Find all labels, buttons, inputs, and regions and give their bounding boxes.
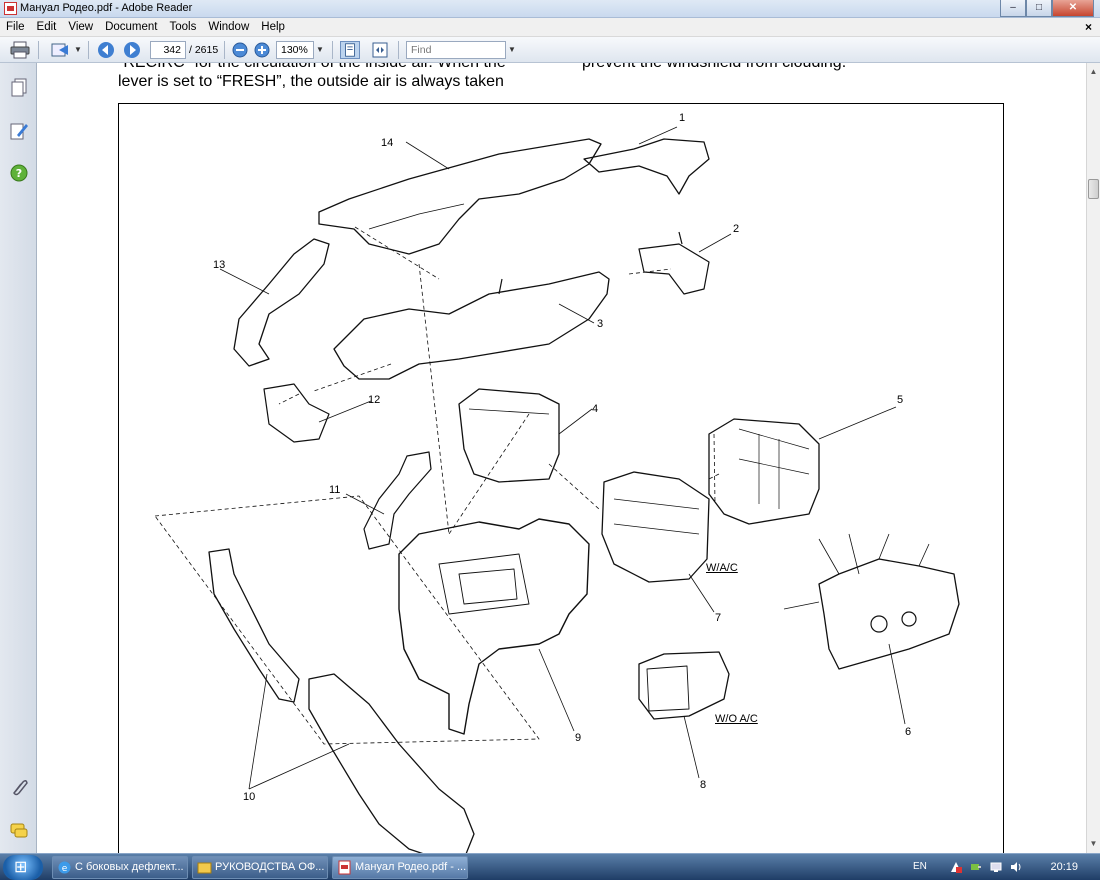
navigation-panel: ? bbox=[0, 63, 37, 853]
part-label-8: 8 bbox=[700, 779, 707, 791]
menu-help[interactable]: Help bbox=[255, 21, 291, 33]
taskbar-item-browser[interactable]: e С боковых дефлект... bbox=[52, 856, 188, 879]
part-label-14: 14 bbox=[381, 137, 394, 149]
taskbar: e С боковых дефлект... РУКОВОДСТВА ОФ...… bbox=[0, 853, 1100, 880]
part-label-13: 13 bbox=[213, 259, 226, 271]
title-bar: Мануал Родео.pdf - Adobe Reader – □ ✕ bbox=[0, 0, 1100, 18]
menu-file[interactable]: File bbox=[0, 21, 31, 33]
start-button[interactable] bbox=[3, 855, 43, 880]
doc-text-right: prevent the windshield from clouding. bbox=[582, 63, 846, 72]
svg-text:?: ? bbox=[16, 167, 22, 180]
part-label-11: 11 bbox=[329, 484, 341, 496]
scroll-down-icon[interactable]: ▼ bbox=[1087, 837, 1100, 851]
zoom-level-select[interactable]: 130% bbox=[276, 41, 314, 59]
doc-text-line-2: lever is set to “FRESH”, the outside air… bbox=[118, 73, 504, 90]
part-label-6: 6 bbox=[905, 726, 912, 738]
help-icon[interactable]: ? bbox=[9, 163, 29, 183]
window-title: Мануал Родео.pdf - Adobe Reader bbox=[20, 2, 193, 14]
volume-icon[interactable] bbox=[1010, 861, 1022, 873]
svg-text:e: e bbox=[62, 864, 68, 874]
hvac-diagram-art bbox=[154, 126, 960, 853]
part-label-3: 3 bbox=[597, 318, 604, 330]
menu-document[interactable]: Document bbox=[99, 21, 163, 33]
taskbar-item-label: С боковых дефлект... bbox=[75, 861, 184, 873]
scroll-up-icon[interactable]: ▲ bbox=[1087, 65, 1100, 79]
scroll-thumb[interactable] bbox=[1088, 179, 1099, 199]
menu-tools[interactable]: Tools bbox=[164, 21, 203, 33]
part-label-1: 1 bbox=[679, 112, 686, 124]
close-button[interactable]: ✕ bbox=[1052, 0, 1094, 17]
action-center-icon[interactable] bbox=[950, 861, 962, 873]
comments-icon[interactable] bbox=[9, 821, 29, 841]
close-document-icon[interactable]: × bbox=[1085, 20, 1092, 34]
without-ac-label: W/O A/C bbox=[715, 713, 758, 725]
taskbar-item-folder[interactable]: РУКОВОДСТВА ОФ... bbox=[192, 856, 328, 879]
fit-width-icon[interactable] bbox=[370, 41, 390, 59]
fit-page-icon[interactable] bbox=[340, 41, 360, 59]
doc-text-line-1: “RECIRC” for the circulation of the insi… bbox=[118, 63, 506, 72]
maximize-button[interactable]: □ bbox=[1026, 0, 1052, 17]
zoom-out-icon[interactable] bbox=[230, 41, 250, 59]
system-tray: EN 20:19 bbox=[910, 854, 1100, 880]
document-view[interactable]: “RECIRC” for the circulation of the insi… bbox=[37, 63, 1086, 853]
pdf-icon bbox=[338, 860, 351, 875]
part-label-12: 12 bbox=[368, 394, 381, 406]
find-input[interactable]: Find bbox=[406, 41, 506, 59]
network-icon[interactable] bbox=[990, 861, 1002, 873]
part-label-9: 9 bbox=[575, 732, 582, 744]
page-number-input[interactable]: 342 bbox=[150, 41, 186, 59]
hvac-exploded-diagram: 1 2 3 4 5 6 7 8 9 10 11 12 13 14 W/A/C W… bbox=[118, 103, 1004, 853]
find-dropdown-icon[interactable]: ▼ bbox=[506, 41, 518, 59]
ie-icon: e bbox=[58, 861, 71, 874]
minimize-button[interactable]: – bbox=[1000, 0, 1026, 17]
share-dropdown-icon[interactable]: ▼ bbox=[72, 41, 84, 59]
menu-edit[interactable]: Edit bbox=[31, 21, 63, 33]
previous-page-icon[interactable] bbox=[96, 41, 116, 59]
menu-view[interactable]: View bbox=[62, 21, 99, 33]
usb-device-icon[interactable] bbox=[970, 861, 982, 873]
folder-icon bbox=[197, 862, 212, 874]
menu-bar: File Edit View Document Tools Window Hel… bbox=[0, 18, 1100, 37]
part-label-2: 2 bbox=[733, 223, 740, 235]
annotations-icon[interactable] bbox=[9, 121, 29, 141]
clock[interactable]: 20:19 bbox=[1050, 861, 1078, 873]
vertical-scrollbar[interactable]: ▲ ▼ bbox=[1086, 63, 1100, 853]
pdf-app-icon bbox=[4, 2, 17, 15]
share-icon[interactable] bbox=[50, 41, 70, 59]
part-label-7: 7 bbox=[715, 612, 722, 624]
zoom-in-icon[interactable] bbox=[252, 41, 272, 59]
with-ac-label: W/A/C bbox=[706, 562, 738, 574]
taskbar-item-reader[interactable]: Мануал Родео.pdf - ... bbox=[332, 856, 468, 879]
page-total: / 2615 bbox=[189, 44, 219, 56]
window-controls: – □ ✕ bbox=[1000, 0, 1094, 17]
attachments-icon[interactable] bbox=[9, 777, 29, 797]
language-indicator[interactable]: EN bbox=[913, 861, 927, 872]
zoom-dropdown-icon[interactable]: ▼ bbox=[314, 41, 326, 59]
part-label-5: 5 bbox=[897, 394, 904, 406]
taskbar-item-label: РУКОВОДСТВА ОФ... bbox=[215, 861, 325, 873]
print-icon[interactable] bbox=[10, 41, 30, 59]
next-page-icon[interactable] bbox=[122, 41, 142, 59]
taskbar-item-label: Мануал Родео.pdf - ... bbox=[355, 861, 467, 873]
menu-window[interactable]: Window bbox=[202, 21, 255, 33]
part-label-4: 4 bbox=[592, 403, 599, 415]
pages-icon[interactable] bbox=[9, 78, 29, 98]
toolbar: ▼ 342 / 2615 130% ▼ Find ▼ bbox=[0, 37, 1100, 63]
part-label-10: 10 bbox=[243, 791, 256, 803]
